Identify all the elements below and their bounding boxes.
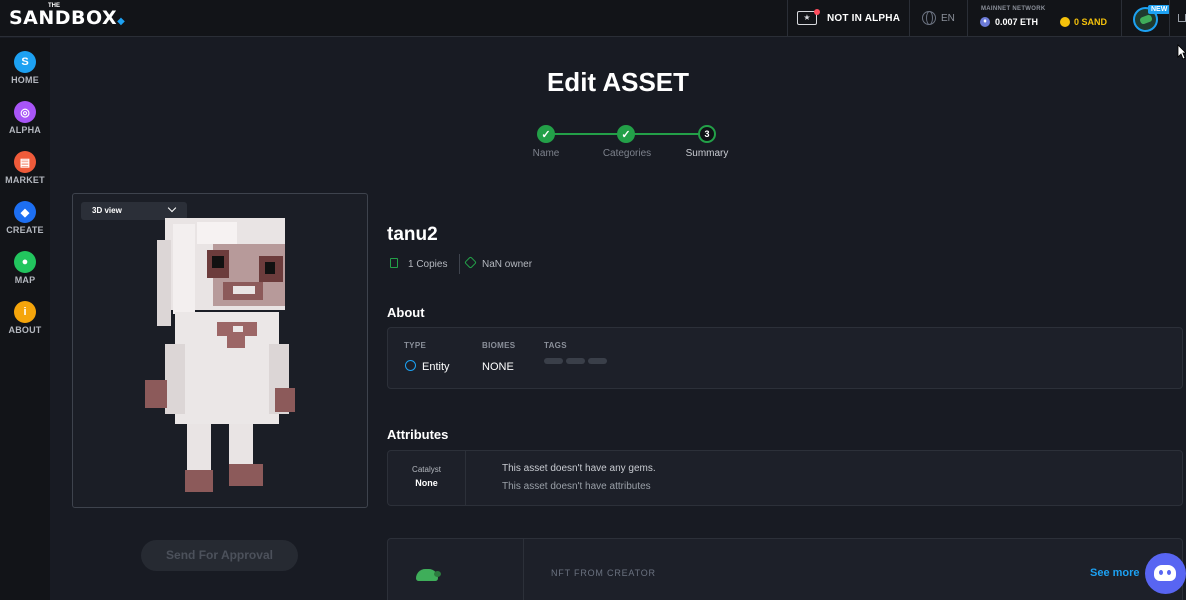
tag-placeholder — [566, 358, 585, 364]
sidebar-item-alpha[interactable]: ◎ ALPHA — [0, 101, 50, 135]
copies-icon — [390, 258, 398, 268]
owner-count: NaN owner — [482, 259, 533, 270]
sidebar-item-label: MAP — [14, 275, 36, 285]
divider — [909, 0, 910, 37]
mouse-cursor — [1177, 44, 1186, 62]
biomes-value: NONE — [482, 361, 514, 373]
map-pin-icon: ● — [14, 251, 36, 273]
attributes-panel: Catalyst None This asset doesn't have an… — [387, 450, 1183, 506]
nft-from-creator-label: NFT FROM CREATOR — [551, 568, 656, 578]
alpha-status[interactable]: NOT IN ALPHA — [827, 13, 900, 24]
about-heading: About — [387, 305, 425, 320]
sand-coin-icon — [1060, 17, 1070, 27]
step-label-name: Name — [532, 148, 560, 159]
tags-header: TAGS — [544, 341, 567, 350]
see-more-link[interactable]: See more — [1090, 567, 1140, 579]
creator-panel: NFT FROM CREATOR See more — [387, 538, 1183, 600]
sidebar-item-label: MARKET — [5, 175, 45, 185]
divider — [1121, 0, 1122, 37]
sandbox-logo[interactable]: SANDBOX◆ — [9, 7, 125, 29]
about-panel: TYPE Entity BIOMES NONE TAGS — [387, 327, 1183, 389]
biomes-header: BIOMES — [482, 341, 516, 350]
step-connector — [626, 133, 707, 135]
eth-balance: 0.007 ETH — [995, 17, 1039, 27]
sidebar-item-map[interactable]: ● MAP — [0, 251, 50, 285]
divider — [1169, 0, 1170, 37]
attributes-message: This asset doesn't have attributes — [502, 481, 651, 492]
catalyst-value: None — [415, 478, 438, 488]
store-icon: ▤ — [14, 151, 36, 173]
gems-message: This asset doesn't have any gems. — [502, 463, 656, 474]
divider — [459, 254, 460, 274]
divider — [967, 0, 968, 37]
sidebar-item-label: CREATE — [6, 225, 44, 235]
type-header: TYPE — [404, 341, 427, 350]
step-label-summary: Summary — [685, 148, 729, 159]
step-check-icon[interactable]: ✓ — [617, 125, 635, 143]
sidebar-item-about[interactable]: i ABOUT — [0, 301, 50, 335]
top-bar: THE SANDBOX◆ ★ NOT IN ALPHA EN MAINNET N… — [0, 0, 1186, 37]
rocket-icon: ◆ — [14, 201, 36, 223]
sand-balance: 0 SAND — [1074, 17, 1108, 27]
tag-placeholder — [544, 358, 563, 364]
divider — [523, 539, 524, 600]
attributes-heading: Attributes — [387, 427, 449, 442]
copies-count: 1 Copies — [408, 259, 448, 270]
discord-icon — [1154, 565, 1176, 581]
logo-dot-icon: ◆ — [117, 16, 126, 27]
info-icon: i — [14, 301, 36, 323]
step-check-icon[interactable]: ✓ — [537, 125, 555, 143]
notification-dot — [814, 9, 820, 15]
asset-3d-viewer[interactable]: 3D view — [72, 193, 368, 508]
gamepad-icon: ◎ — [14, 101, 36, 123]
step-label-categories: Categories — [602, 148, 652, 159]
language-selector[interactable]: EN — [941, 13, 955, 24]
sidebar-item-label: ABOUT — [8, 325, 42, 335]
page-title: Edit ASSET — [546, 67, 690, 97]
type-value: Entity — [422, 361, 450, 373]
eth-icon: ♦ — [980, 17, 990, 27]
turtle-icon — [416, 569, 441, 581]
catalyst-label: Catalyst — [412, 465, 441, 474]
logo-text: SANDBOX — [9, 7, 118, 29]
divider — [465, 451, 466, 506]
globe-icon[interactable] — [922, 11, 936, 25]
sidebar-item-create[interactable]: ◆ CREATE — [0, 201, 50, 235]
asset-model-render[interactable] — [73, 194, 369, 509]
divider — [787, 0, 788, 37]
tag-icon — [464, 256, 477, 269]
cart-icon[interactable] — [1178, 14, 1186, 22]
asset-name: tanu2 — [387, 224, 438, 245]
send-for-approval-button[interactable]: Send For Approval — [141, 540, 298, 571]
new-badge: NEW — [1148, 5, 1171, 14]
step-connector — [546, 133, 626, 135]
sidebar-item-market[interactable]: ▤ MARKET — [0, 151, 50, 185]
sidebar-item-label: ALPHA — [9, 125, 41, 135]
sidebar: S HOME ◎ ALPHA ▤ MARKET ◆ CREATE ● MAP i… — [0, 38, 50, 600]
entity-icon — [405, 360, 416, 371]
step-current-marker: 3 — [698, 125, 716, 143]
tag-placeholder — [588, 358, 607, 364]
discord-button[interactable] — [1145, 553, 1186, 594]
network-label: MAINNET NETWORK — [981, 6, 1046, 12]
